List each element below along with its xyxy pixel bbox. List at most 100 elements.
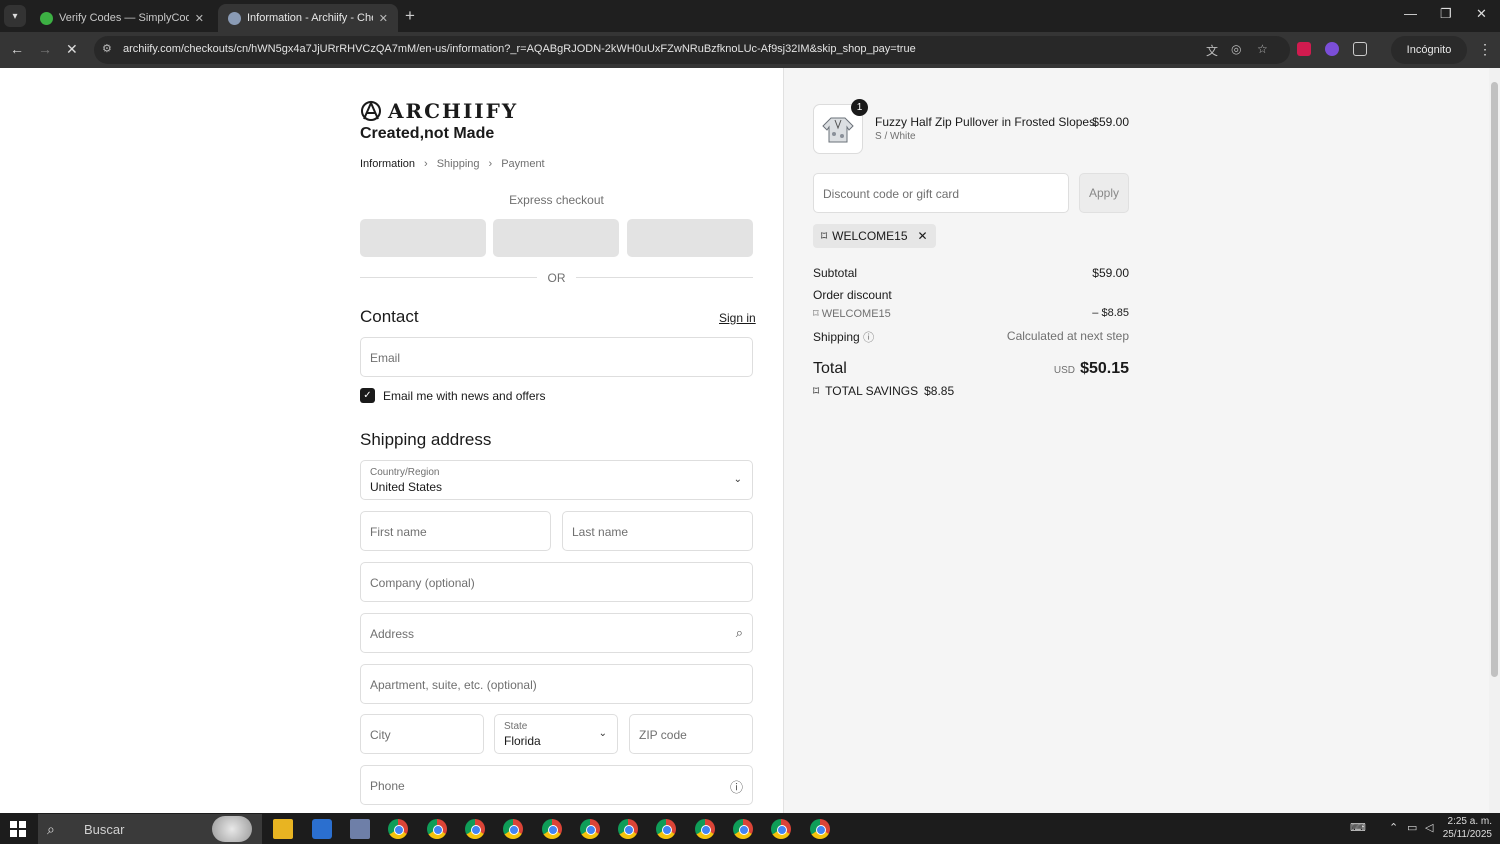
company-placeholder: Company (optional)	[370, 576, 475, 590]
divider-right	[576, 277, 753, 278]
last-name-field[interactable]: Last name	[562, 511, 753, 551]
extension-coupon-icon[interactable]	[1325, 42, 1339, 56]
chrome-profile-icon[interactable]	[580, 819, 600, 839]
tab-search-button[interactable]: ▾	[4, 5, 26, 27]
breadcrumb-shipping[interactable]: Shipping	[437, 158, 480, 170]
windows-taskbar: ⌕ Buscar ⌨ ⌃ ▭ ◁ 2:25 a. m. 25/11/2025	[0, 813, 1500, 844]
file-explorer-icon[interactable]	[273, 819, 293, 839]
chrome-profile-icon[interactable]	[465, 819, 485, 839]
search-highlight-image	[212, 816, 252, 842]
express-pay-button-1[interactable]	[360, 219, 486, 257]
translate-icon[interactable]: 文	[1206, 42, 1218, 59]
state-select[interactable]: State Florida ⌄	[494, 714, 618, 754]
phone-field[interactable]: Phone ⓘ	[360, 765, 753, 805]
keyboard-icon[interactable]: ⌨	[1350, 821, 1366, 834]
zip-field[interactable]: ZIP code	[629, 714, 753, 754]
chevron-right-icon: ›	[424, 158, 428, 170]
help-circle-icon[interactable]: ⓘ	[730, 777, 743, 796]
tab-simplycodes[interactable]: Verify Codes — SimplyCodes ✕	[30, 4, 214, 32]
newsletter-checkbox[interactable]: ✓	[360, 388, 375, 403]
address-field[interactable]: Address ⌕	[360, 613, 753, 653]
archiify-logo-icon	[361, 100, 381, 121]
system-clock[interactable]: 2:25 a. m. 25/11/2025	[1440, 815, 1492, 841]
windows-start-icon[interactable]	[10, 821, 26, 837]
url-text[interactable]: archiify.com/checkouts/cn/hWN5gx4a7JjURr…	[123, 43, 916, 55]
browser-menu-icon[interactable]: ⋮	[1478, 41, 1492, 58]
chrome-profile-icon[interactable]	[810, 819, 830, 839]
currency-code: USD	[1053, 365, 1075, 376]
extensions-puzzle-icon[interactable]	[1353, 42, 1367, 56]
volume-icon[interactable]: ◁	[1425, 821, 1433, 834]
total-savings: ⌑ TOTAL SAVINGS $8.85	[813, 384, 954, 398]
breadcrumb-information: Information	[360, 158, 416, 170]
discount-code-input[interactable]: Discount code or gift card	[813, 173, 1069, 213]
close-tab-icon[interactable]: ✕	[195, 12, 204, 25]
network-icon[interactable]: ▭	[1407, 821, 1417, 834]
close-tab-icon[interactable]: ✕	[379, 12, 388, 25]
state-value: Florida	[504, 734, 541, 748]
shipping-label: Shipping	[813, 330, 860, 344]
email-placeholder: Email	[370, 351, 401, 365]
first-name-field[interactable]: First name	[360, 511, 551, 551]
chevron-down-icon: ⌄	[733, 474, 742, 485]
stop-loading-icon[interactable]: ✕	[66, 41, 78, 58]
company-field[interactable]: Company (optional)	[360, 562, 753, 602]
chrome-profile-icon[interactable]	[542, 819, 562, 839]
tab-archiify-checkout[interactable]: Information - Archiify - Checko ✕	[218, 4, 398, 32]
calculator-icon[interactable]	[350, 819, 370, 839]
city-field[interactable]: City	[360, 714, 484, 754]
discount-value: – $8.85	[1092, 307, 1129, 319]
applied-discount-chip: ⌑ WELCOME15 ✕	[813, 224, 936, 248]
apartment-placeholder: Apartment, suite, etc. (optional)	[370, 678, 537, 692]
apply-discount-button[interactable]: Apply	[1079, 173, 1129, 213]
country-select[interactable]: Country/Region United States ⌄	[360, 460, 753, 500]
help-circle-icon[interactable]: ⓘ	[863, 332, 874, 344]
scrollbar-thumb[interactable]	[1491, 82, 1498, 677]
breadcrumb-payment[interactable]: Payment	[501, 158, 544, 170]
chrome-profile-icon[interactable]	[618, 819, 638, 839]
page-scrollbar[interactable]	[1489, 68, 1500, 813]
store-logo[interactable]: ARCHIIFY	[360, 99, 518, 123]
chrome-profile-icon[interactable]	[503, 819, 523, 839]
newsletter-option[interactable]: ✓ Email me with news and offers	[360, 388, 546, 403]
site-info-icon[interactable]: ⚙	[102, 42, 112, 55]
restore-icon[interactable]: ❐	[1440, 6, 1452, 22]
chrome-profile-icon[interactable]	[388, 819, 408, 839]
extension-shield-icon[interactable]	[1297, 42, 1311, 56]
chrome-profile-icon[interactable]	[656, 819, 676, 839]
search-icon: ⌕	[47, 821, 55, 837]
chrome-profile-icon[interactable]	[427, 819, 447, 839]
sign-in-link[interactable]: Sign in	[719, 311, 756, 325]
remove-discount-icon[interactable]: ✕	[918, 229, 928, 243]
newsletter-label: Email me with news and offers	[383, 388, 546, 403]
incognito-badge[interactable]: Incógnito	[1391, 36, 1467, 64]
cart-line-item: 1 Fuzzy Half Zip Pullover in Frosted Slo…	[813, 99, 1129, 156]
express-pay-button-2[interactable]	[493, 219, 619, 257]
chevron-right-icon: ›	[488, 158, 493, 170]
chrome-profile-icon[interactable]	[695, 819, 715, 839]
new-tab-plus-icon[interactable]: +	[405, 6, 415, 26]
forward-arrow-icon[interactable]: →	[38, 41, 52, 57]
address-bar[interactable]: ⚙ archiify.com/checkouts/cn/hWN5gx4a7JjU…	[94, 36, 1290, 64]
minimize-icon[interactable]: —	[1404, 6, 1417, 21]
chrome-profile-icon[interactable]	[733, 819, 753, 839]
apartment-field[interactable]: Apartment, suite, etc. (optional)	[360, 664, 753, 704]
browser-tab-strip: ▾ Verify Codes — SimplyCodes ✕ Informati…	[0, 0, 1500, 32]
eye-off-icon[interactable]: ◎	[1231, 42, 1241, 56]
chrome-profile-icon[interactable]	[771, 819, 791, 839]
bookmark-star-icon[interactable]: ☆	[1257, 42, 1268, 56]
total-value: $50.15	[1080, 360, 1129, 377]
show-hidden-icons-chevron-icon[interactable]: ⌃	[1389, 821, 1398, 834]
quantity-badge: 1	[851, 99, 868, 116]
city-placeholder: City	[370, 728, 391, 742]
logo-text: ARCHIIFY	[388, 99, 519, 123]
tab-title: Information - Archiify - Checko	[247, 12, 373, 24]
phone-placeholder: Phone	[370, 779, 405, 793]
close-window-icon[interactable]: ✕	[1476, 6, 1487, 22]
discount-code-text: WELCOME15	[821, 308, 891, 320]
express-pay-button-3[interactable]	[627, 219, 753, 257]
back-arrow-icon[interactable]: ←	[10, 41, 24, 57]
taskbar-search[interactable]: ⌕ Buscar	[38, 814, 262, 844]
email-field[interactable]: Email	[360, 337, 753, 377]
store-icon[interactable]	[312, 819, 332, 839]
